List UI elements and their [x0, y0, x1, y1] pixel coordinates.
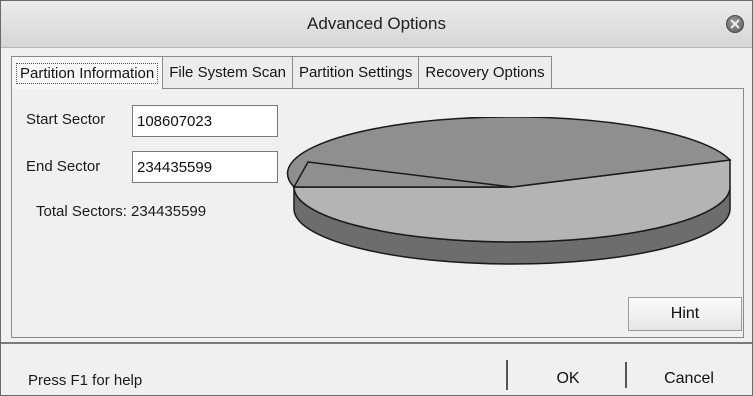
cancel-button[interactable]: Cancel	[629, 362, 749, 395]
start-sector-field[interactable]	[132, 105, 278, 137]
start-sector-label: Start Sector	[26, 111, 106, 128]
partition-information-panel: Start Sector End Sector Total Sectors: 2…	[11, 88, 744, 338]
advanced-options-dialog: Advanced Options Partition Information F…	[0, 0, 753, 396]
hint-button[interactable]: Hint	[628, 297, 742, 331]
tab-recovery-options[interactable]: Recovery Options	[418, 56, 552, 88]
total-sectors-text: Total Sectors: 234435599	[36, 203, 207, 220]
tab-file-system-scan[interactable]: File System Scan	[162, 56, 293, 88]
close-icon[interactable]	[726, 15, 744, 33]
end-sector-label: End Sector	[26, 158, 101, 175]
partition-pie-chart	[286, 117, 732, 265]
help-text: Press F1 for help	[28, 372, 143, 389]
tab-label: Partition Information	[15, 62, 159, 84]
status-bar: Press F1 for help OK Cancel	[1, 342, 752, 395]
ok-button[interactable]: OK	[510, 362, 626, 395]
separator	[625, 362, 627, 388]
tab-label: Partition Settings	[298, 64, 413, 81]
tab-partition-settings[interactable]: Partition Settings	[291, 56, 420, 88]
window-title: Advanced Options	[307, 14, 446, 33]
tab-label: File System Scan	[169, 64, 286, 81]
tab-partition-information[interactable]: Partition Information	[11, 56, 164, 89]
title-bar[interactable]: Advanced Options	[1, 1, 752, 48]
tab-label: Recovery Options	[425, 64, 545, 81]
tab-strip: Partition Information File System Scan P…	[11, 56, 552, 89]
separator	[506, 360, 508, 390]
end-sector-field[interactable]	[132, 151, 278, 183]
